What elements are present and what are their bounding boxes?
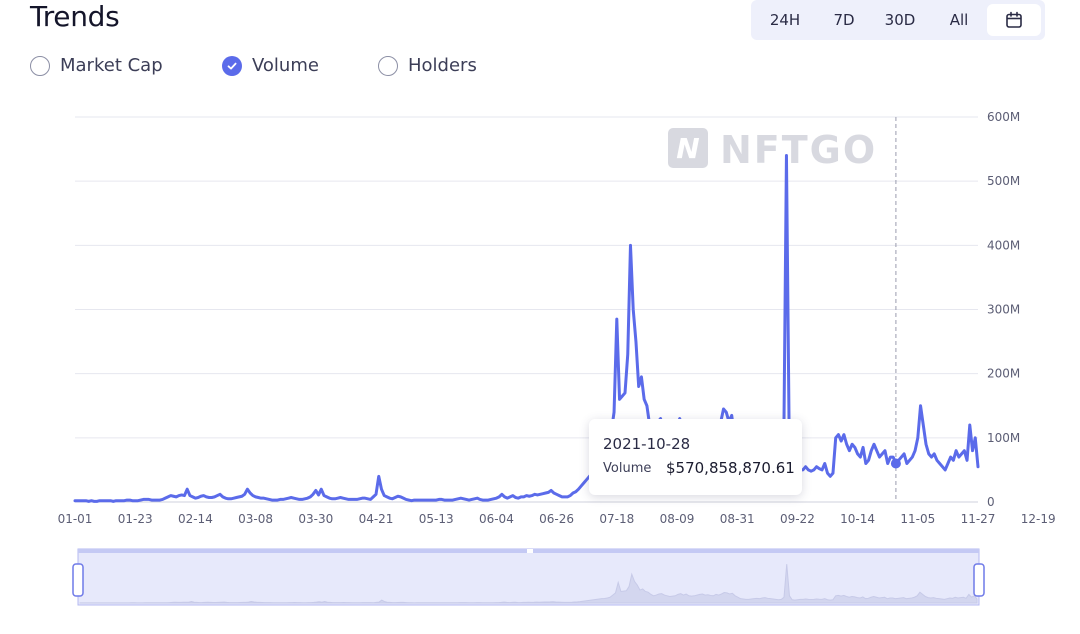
x-tick-label: 06-04 [479,512,514,526]
y-tick-label: 100M [987,431,1020,445]
trends-panel: Trends 24H 7D 30D All Market Cap Volume … [0,0,1080,634]
x-tick-label: 04-21 [359,512,394,526]
y-tick-label: 200M [987,367,1020,381]
x-tick-label: 11-05 [900,512,935,526]
y-tick-label: 400M [987,238,1020,252]
nftgo-watermark: N NFTGO [668,128,877,172]
x-tick-label: 08-09 [660,512,695,526]
y-tick-label: 500M [987,174,1020,188]
tooltip-value: $570,858,870.61 [666,459,795,477]
volume-series-line [73,154,980,503]
y-tick-label: 300M [987,303,1020,317]
slider-grip[interactable] [527,549,533,553]
x-tick-label: 10-14 [840,512,875,526]
y-tick-label: 0 [987,495,995,509]
focus-point [890,458,901,469]
x-tick-label: 02-14 [178,512,213,526]
y-axis-ticks: 0 100M 200M 300M 400M 500M 600M [987,110,1020,509]
x-axis-ticks: 01-01 01-23 02-14 03-08 03-30 04-21 05-13 06-04… [58,512,1056,526]
x-tick-label: 03-08 [238,512,273,526]
x-tick-label: 01-01 [58,512,93,526]
y-tick-label: 600M [987,110,1020,124]
x-tick-label: 05-13 [419,512,454,526]
x-tick-label: 06-26 [539,512,574,526]
x-tick-label: 03-30 [298,512,333,526]
x-tick-label: 01-23 [118,512,153,526]
watermark-logo-glyph: N [676,132,699,165]
volume-chart: N NFTGO 0100M200M300M400M500M600M 01-01 0… [58,110,1056,606]
x-tick-label: 08-31 [720,512,755,526]
x-tick-label: 12-19 [1021,512,1056,526]
slider-handle-left[interactable] [72,563,84,597]
x-tick-label: 09-22 [780,512,815,526]
x-tick-label: 11-27 [961,512,996,526]
watermark-text: NFTGO [720,128,877,172]
range-slider[interactable] [72,548,985,606]
tooltip-label: Volume [603,461,652,476]
x-tick-label: 07-18 [599,512,634,526]
slider-handle-right[interactable] [973,563,985,597]
chart-tooltip: 2021-10-28 Volume $570,858,870.61 [589,419,802,495]
tooltip-date: 2021-10-28 [603,435,691,453]
